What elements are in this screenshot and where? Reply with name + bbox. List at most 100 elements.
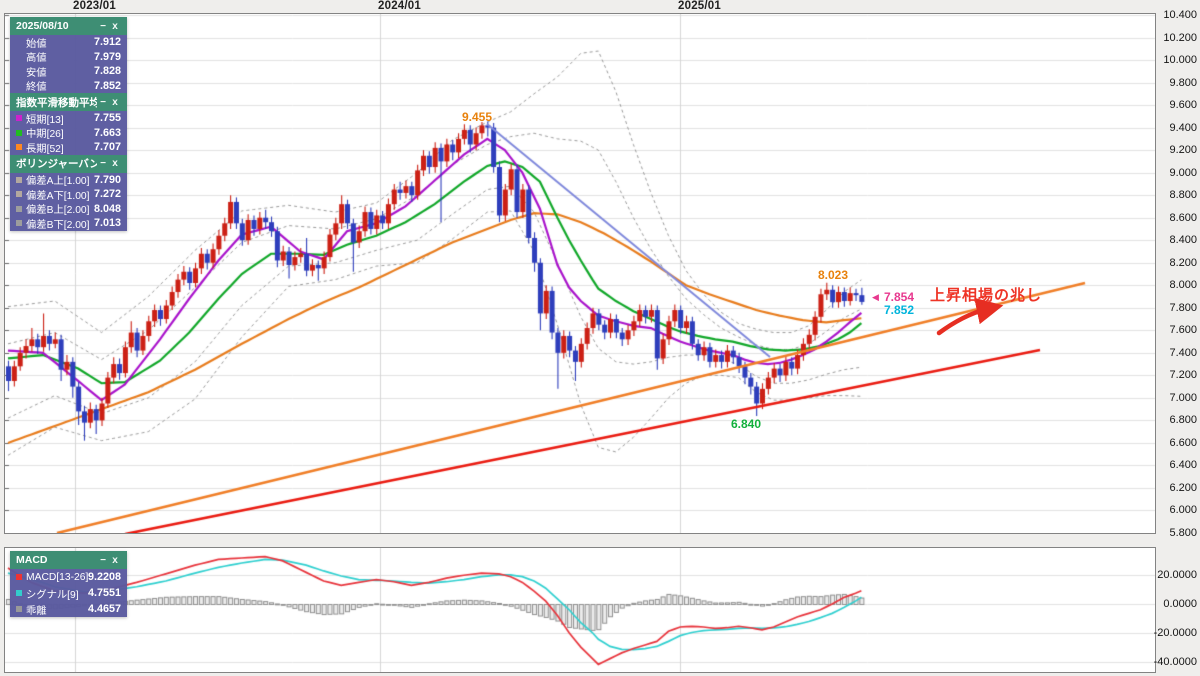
indicator-row: 短期[13] 7.755 xyxy=(10,111,127,126)
peak-price-label: 9.455 xyxy=(462,110,493,124)
indicator-row: MACD[13-26] 9.2208 xyxy=(10,569,127,585)
indicator-label: 始値 xyxy=(26,38,47,50)
indicator-row: 安値 7.828 xyxy=(10,64,127,79)
indicator-label: 偏差A上[1.00] xyxy=(26,176,90,188)
main-chart-area[interactable] xyxy=(4,13,1156,534)
indicator-row: 始値 7.912 xyxy=(10,35,127,50)
indicator-value: 7.707 xyxy=(93,141,121,154)
price-axis-label: 10.400 xyxy=(1163,9,1197,21)
series-color-icon xyxy=(16,176,22,183)
price-axis-label: 6.200 xyxy=(1169,481,1197,494)
indicator-row: 長期[52] 7.707 xyxy=(10,140,127,155)
price-axis-label: 9.600 xyxy=(1169,99,1197,112)
price-axis-label: 10.000 xyxy=(1163,54,1197,67)
series-color-icon xyxy=(16,205,22,212)
recent-high-label: 8.023 xyxy=(818,268,849,282)
series-color-icon xyxy=(16,54,22,60)
price-axis-label: 10.200 xyxy=(1163,31,1197,44)
series-color-icon xyxy=(16,39,22,45)
price-axis-label: 8.600 xyxy=(1169,211,1197,224)
indicator-label: 高値 xyxy=(26,53,47,65)
indicator-label: 長期[52] xyxy=(26,143,64,155)
indicator-label: シグナル[9] xyxy=(26,589,79,601)
panel-header[interactable]: ボリンジャーバンド−x xyxy=(10,154,127,173)
price-axis-label: 9.800 xyxy=(1169,76,1197,89)
indicator-value: 7.790 xyxy=(93,173,121,186)
price-axis-label: 8.000 xyxy=(1169,279,1197,292)
indicator-value: 7.828 xyxy=(93,65,121,78)
indicator-label: MACD[13-26] xyxy=(26,571,88,583)
panel-minimize-button[interactable]: − xyxy=(97,21,109,32)
price-axis-label: 5.800 xyxy=(1169,527,1197,539)
indicator-value: 7.979 xyxy=(93,50,121,63)
price-axis-label: 8.400 xyxy=(1169,234,1197,247)
series-color-icon xyxy=(16,83,22,89)
price-marker-icon: ◀ xyxy=(872,292,879,302)
price-axis-label: 7.800 xyxy=(1169,301,1197,314)
price-axis-label: 6.400 xyxy=(1169,459,1197,472)
price-axis-label: 8.800 xyxy=(1169,189,1197,202)
panel-minimize-button[interactable]: − xyxy=(97,97,109,108)
price-axis-label: 7.600 xyxy=(1169,324,1197,337)
indicator-value: 7.912 xyxy=(93,36,121,49)
macd-axis-label: -20.0000 xyxy=(1153,626,1197,639)
date-axis-label: 2024/01 xyxy=(378,0,421,12)
indicator-row: 偏差A上[1.00] 7.790 xyxy=(10,172,127,188)
panel-minimize-button[interactable]: − xyxy=(97,158,109,169)
indicator-value: 4.4657 xyxy=(87,603,121,615)
macd-chart-canvas[interactable] xyxy=(5,548,1155,672)
panel-minimize-button[interactable]: − xyxy=(97,555,109,566)
price-axis-label: 9.000 xyxy=(1169,166,1197,179)
indicator-value: 7.755 xyxy=(93,112,121,125)
series-color-icon xyxy=(16,220,22,227)
indicator-value: 9.2208 xyxy=(87,571,121,583)
price-axis-label: 6.600 xyxy=(1169,436,1197,449)
panel-close-button[interactable]: x xyxy=(109,158,121,169)
indicator-value: 8.048 xyxy=(93,202,121,215)
main-chart-canvas[interactable] xyxy=(5,14,1155,533)
series-color-icon xyxy=(16,144,22,151)
series-color-icon xyxy=(16,574,22,580)
panel-close-button[interactable]: x xyxy=(109,21,121,32)
panel-header[interactable]: 2025/08/10 − x xyxy=(10,17,127,35)
series-color-icon xyxy=(16,115,22,122)
indicator-value: 7.663 xyxy=(93,126,121,139)
panel-close-button[interactable]: x xyxy=(109,97,121,108)
indicator-label: 安値 xyxy=(26,67,47,79)
price-axis-label: 7.000 xyxy=(1169,391,1197,404)
panel-title: ボリンジャーバンド xyxy=(16,158,97,170)
price-axis-label: 6.800 xyxy=(1169,414,1197,427)
macd-axis-label: -40.0000 xyxy=(1153,655,1197,668)
date-axis-label: 2023/01 xyxy=(73,0,116,12)
price-axis-label: 7.200 xyxy=(1169,369,1197,382)
price-axis-label: 9.400 xyxy=(1169,121,1197,134)
panel-header[interactable]: 指数平滑移動平均 − x xyxy=(10,93,127,111)
macd-chart-area[interactable] xyxy=(4,547,1156,673)
macd-axis-label: 20.0000 xyxy=(1157,569,1197,582)
indicator-label: 偏差B下[2.00] xyxy=(26,219,90,231)
indicator-label: 短期[13] xyxy=(26,114,64,126)
series-color-icon xyxy=(16,191,22,198)
trend-note-label: 上昇相場の兆し xyxy=(930,287,1043,304)
panel-close-button[interactable]: x xyxy=(109,555,121,566)
price-axis-label: 9.200 xyxy=(1169,144,1197,157)
price-axis-label: 6.000 xyxy=(1169,504,1197,517)
indicator-row: 高値 7.979 xyxy=(10,49,127,65)
indicator-row: 偏差B下[2.00] 7.013 xyxy=(10,216,127,231)
panel-title: 2025/08/10 xyxy=(16,20,69,32)
series-color-icon xyxy=(16,129,22,136)
panel-title: 指数平滑移動平均 xyxy=(16,96,97,109)
indicator-label: 偏差A下[1.00] xyxy=(26,190,90,202)
series-color-icon xyxy=(16,590,22,596)
panel-title: MACD xyxy=(16,554,48,566)
indicator-label: 乖離 xyxy=(26,605,47,617)
panel-header[interactable]: MACD − x xyxy=(10,551,127,569)
series-color-icon xyxy=(16,606,22,612)
indicator-info-panel[interactable]: 2025/08/10− x 始値 7.912 高値 7.979 安値 7.828 終値 7.852… xyxy=(10,17,127,231)
price-axis-label: 8.200 xyxy=(1169,256,1197,269)
macd-info-panel[interactable]: MACD − x MACD[13-26] 9.2208 シグナル[9] 4.7551 乖離 4.… xyxy=(10,551,127,617)
indicator-value: 4.7551 xyxy=(87,587,121,599)
indicator-row: 終値 7.852 xyxy=(10,78,127,94)
bid-price-label: 7.854 xyxy=(884,290,915,304)
indicator-label: 終値 xyxy=(26,82,47,94)
